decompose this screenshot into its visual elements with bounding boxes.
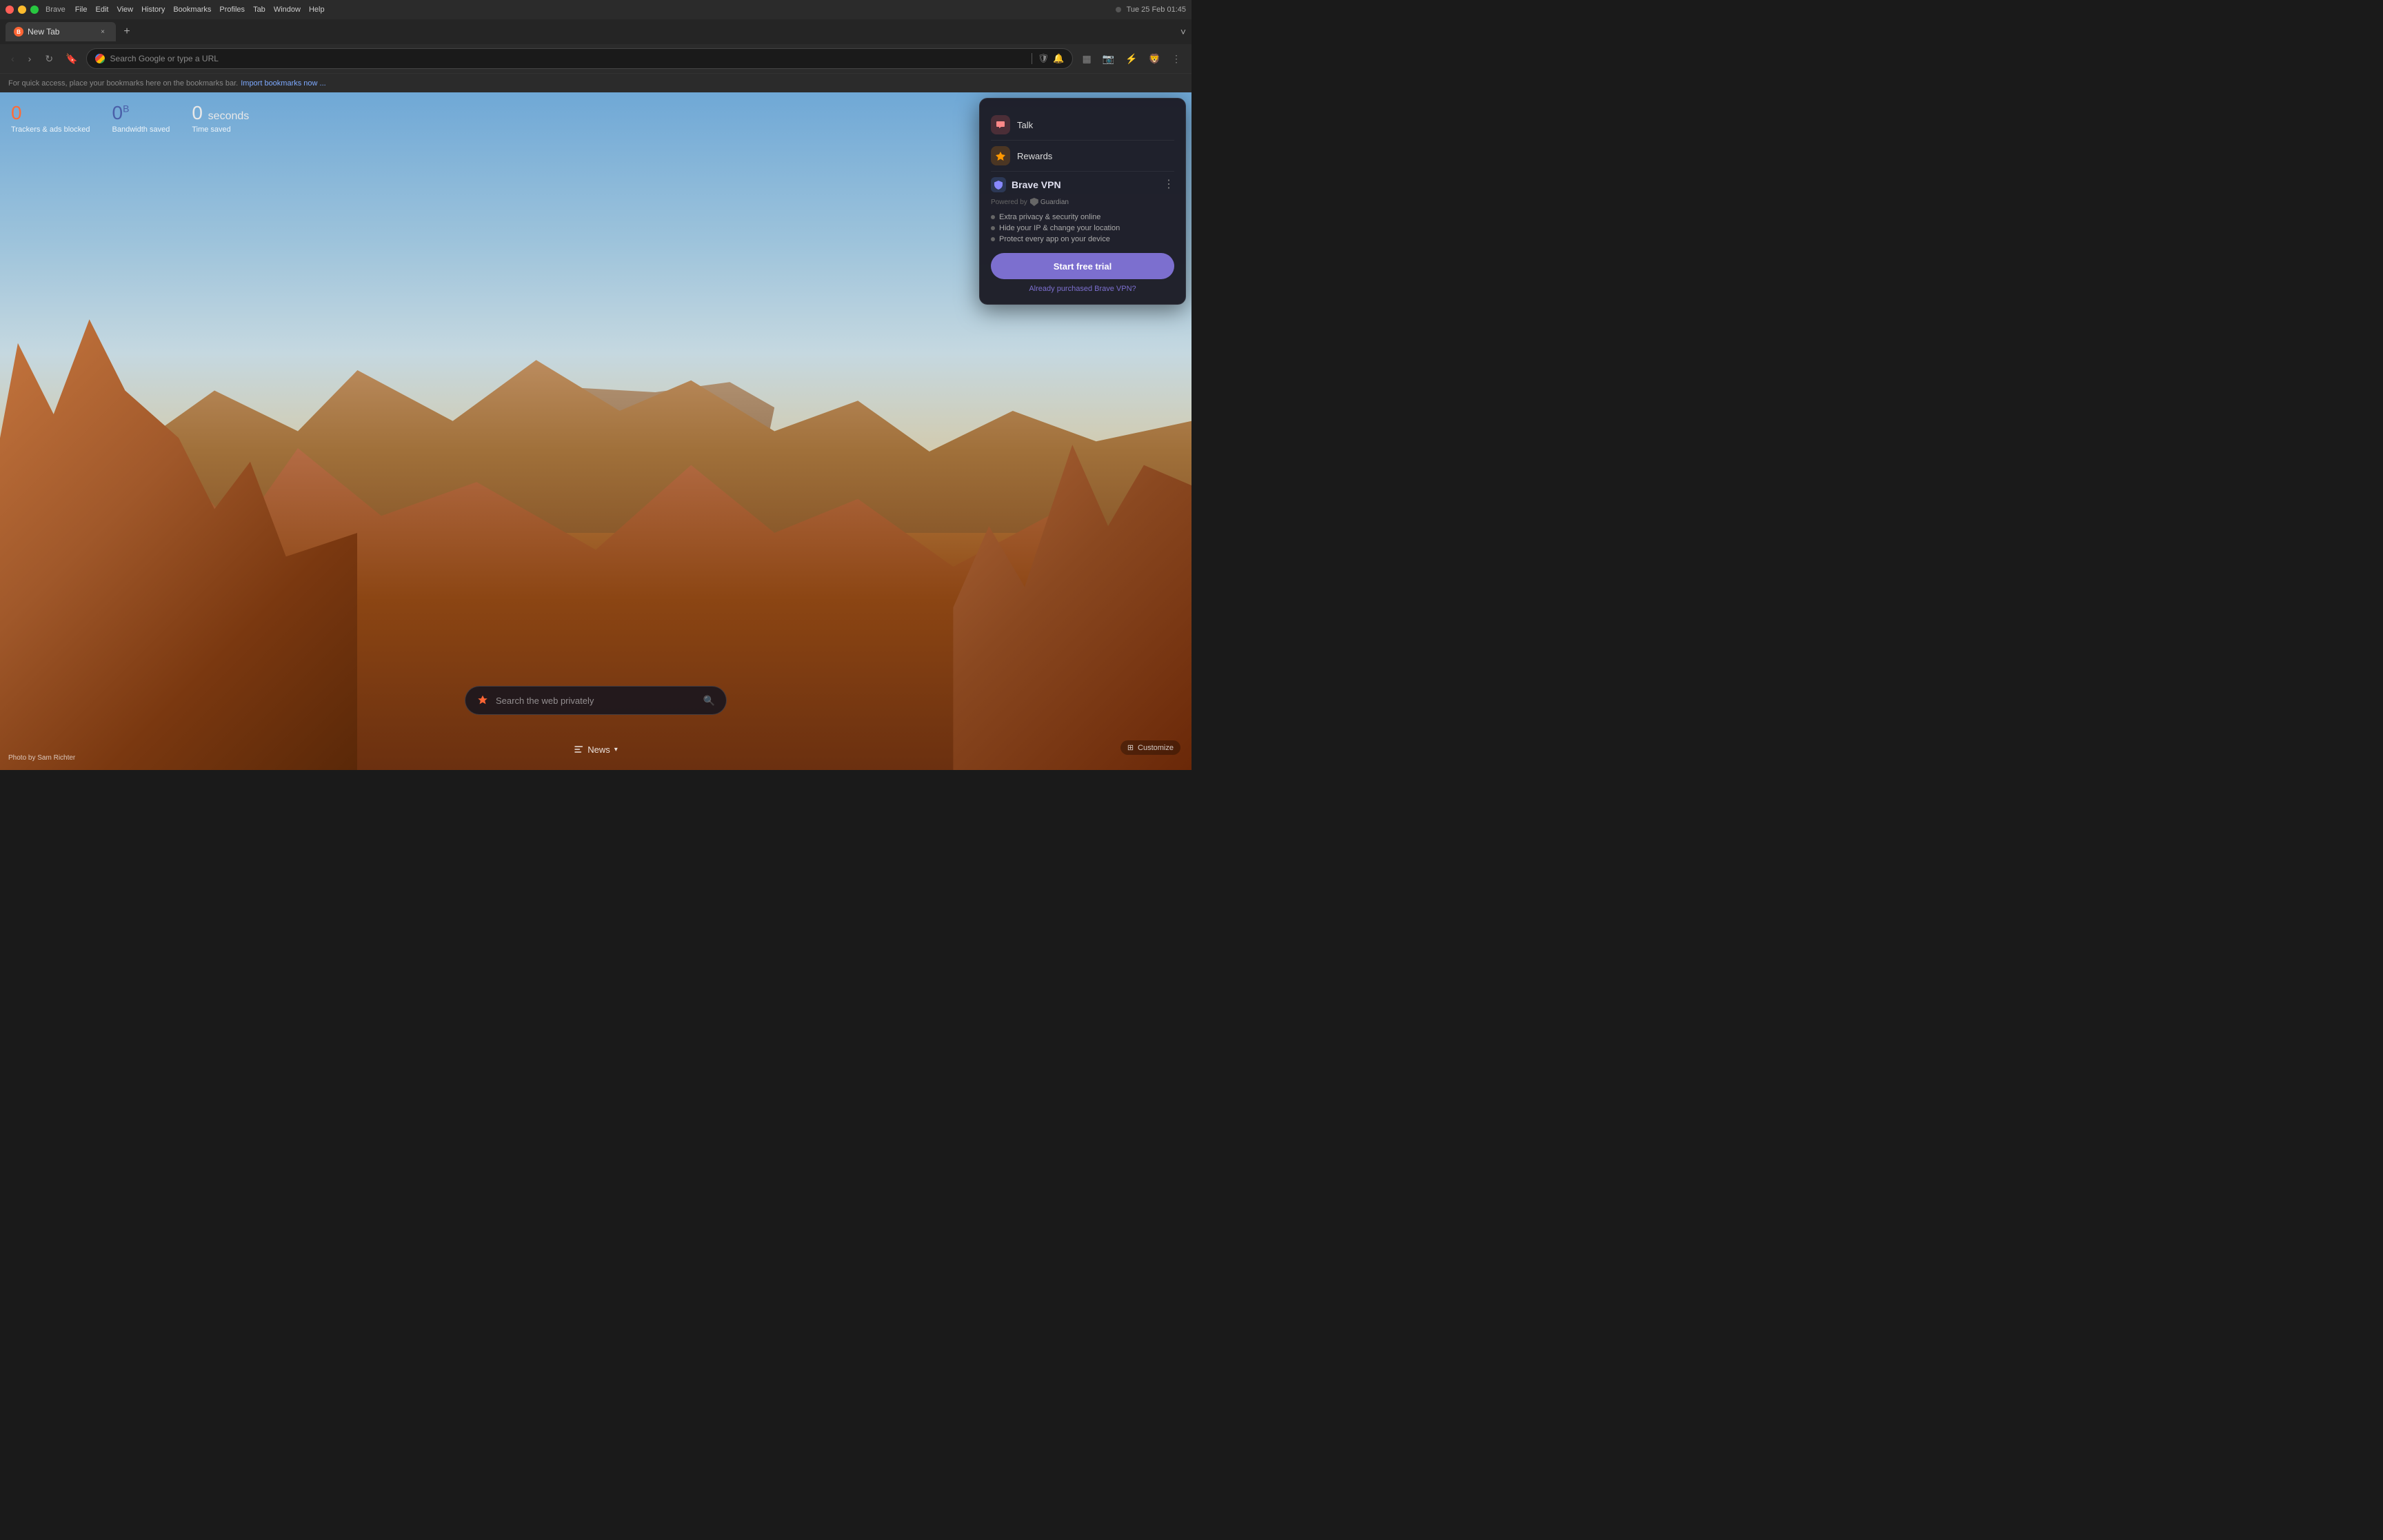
menu-tab[interactable]: Tab	[253, 6, 265, 14]
address-bar[interactable]: Search Google or type a URL 🛡 🔔	[86, 48, 1074, 69]
tab-bar: B New Tab × + ˅	[0, 19, 1192, 44]
traffic-lights	[6, 6, 39, 14]
active-tab[interactable]: B New Tab ×	[6, 22, 116, 41]
title-bar-right: Tue 25 Feb 01:45	[1116, 6, 1186, 14]
forward-button[interactable]: ›	[24, 50, 36, 67]
notification-icon[interactable]: 🔔	[1053, 53, 1064, 64]
tab-close-button[interactable]: ×	[98, 27, 108, 37]
news-chevron-icon: ▾	[614, 746, 618, 753]
shield-icon[interactable]: 🛡	[1038, 53, 1049, 64]
minimize-window-button[interactable]	[18, 6, 26, 14]
vpn-section: Brave VPN ⋮ Powered by Guardian Extra pr…	[991, 177, 1174, 293]
vpn-panel: Talk Rewards	[979, 98, 1186, 305]
powered-by: Powered by Guardian	[991, 198, 1174, 206]
navigation-bar: ‹ › ↻ 🔖 Search Google or type a URL 🛡 🔔 …	[0, 44, 1192, 73]
reload-button[interactable]: ↻	[41, 50, 57, 68]
rewards-icon	[991, 146, 1010, 165]
menu-file[interactable]: File	[75, 6, 88, 14]
screenshot-icon[interactable]: 📷	[1099, 51, 1118, 67]
import-bookmarks-link[interactable]: Import bookmarks now ...	[241, 79, 326, 88]
search-magnifier-icon: 🔍	[703, 695, 715, 707]
search-placeholder: Search the web privately	[496, 696, 696, 706]
vpn-feature-3: Protect every app on your device	[991, 235, 1174, 243]
shields-icon[interactable]: 🦁	[1145, 51, 1164, 67]
menu-window[interactable]: Window	[274, 6, 301, 14]
customize-button[interactable]: ⊞ Customize	[1120, 740, 1180, 755]
vpn-shield-icon	[991, 177, 1006, 192]
talk-label: Talk	[1017, 120, 1033, 130]
menu-help[interactable]: Help	[309, 6, 325, 14]
vpn-features-list: Extra privacy & security online Hide you…	[991, 213, 1174, 243]
news-icon	[574, 745, 583, 755]
bookmarks-bar: For quick access, place your bookmarks h…	[0, 73, 1192, 92]
address-bar-icons: 🛡 🔔	[1038, 53, 1065, 64]
news-label: News	[587, 744, 610, 755]
maximize-window-button[interactable]	[30, 6, 39, 14]
close-window-button[interactable]	[6, 6, 14, 14]
menu-bookmarks[interactable]: Bookmarks	[173, 6, 211, 14]
guardian-logo: Guardian	[1030, 198, 1069, 206]
status-indicator	[1116, 7, 1121, 12]
talk-panel-row[interactable]: Talk	[991, 110, 1174, 141]
menu-edit[interactable]: Edit	[95, 6, 108, 14]
vpn-feature-2: Hide your IP & change your location	[991, 224, 1174, 232]
rewards-label: Rewards	[1017, 151, 1052, 161]
tab-favicon: B	[14, 27, 23, 37]
feature-dot-1	[991, 215, 995, 219]
trackers-label: Trackers & ads blocked	[11, 125, 90, 134]
already-purchased-link[interactable]: Already purchased Brave VPN?	[991, 285, 1174, 293]
start-free-trial-button[interactable]: Start free trial	[991, 253, 1174, 279]
talk-icon	[991, 115, 1010, 134]
extensions-menu-icon[interactable]: ⋮	[1168, 51, 1185, 67]
tab-bar-right: ˅	[1180, 26, 1186, 37]
bandwidth-stat: 0B Bandwidth saved	[112, 103, 170, 134]
search-bar[interactable]: Search the web privately 🔍	[465, 686, 727, 715]
app-name: Brave	[46, 6, 66, 14]
vpn-title: Brave VPN	[1012, 179, 1158, 190]
google-icon	[95, 54, 105, 63]
news-button[interactable]: News ▾	[574, 744, 618, 755]
time-value: 0 seconds	[192, 103, 249, 123]
trackers-stat: 0 Trackers & ads blocked	[11, 103, 90, 134]
brave-rewards-nav-icon[interactable]: ⚡	[1122, 51, 1140, 67]
guardian-shield-icon	[1030, 198, 1038, 206]
tab-label: New Tab	[28, 27, 59, 37]
feature-dot-2	[991, 226, 995, 230]
search-container: Search the web privately 🔍	[465, 686, 727, 715]
bookmark-button[interactable]: 🔖	[63, 52, 80, 66]
customize-label: Customize	[1138, 744, 1174, 752]
sidebar-toggle-icon[interactable]: ▦	[1078, 51, 1094, 67]
bandwidth-label: Bandwidth saved	[112, 125, 170, 134]
feature-dot-3	[991, 237, 995, 241]
new-tab-button[interactable]: +	[119, 23, 135, 40]
menu-view[interactable]: View	[117, 6, 133, 14]
bookmarks-message: For quick access, place your bookmarks h…	[8, 79, 238, 88]
menu-history[interactable]: History	[141, 6, 165, 14]
vpn-feature-1: Extra privacy & security online	[991, 213, 1174, 221]
back-button[interactable]: ‹	[7, 50, 19, 67]
customize-icon: ⊞	[1127, 743, 1134, 752]
title-bar: Brave File Edit View History Bookmarks P…	[0, 0, 1192, 19]
brave-search-icon	[476, 694, 489, 707]
guardian-name: Guardian	[1040, 199, 1069, 206]
trackers-count: 0	[11, 103, 90, 123]
vpn-header: Brave VPN ⋮	[991, 177, 1174, 192]
bandwidth-value: 0B	[112, 103, 170, 123]
menu-profiles[interactable]: Profiles	[219, 6, 245, 14]
rewards-panel-row[interactable]: Rewards	[991, 141, 1174, 172]
address-bar-text: Search Google or type a URL	[110, 54, 1026, 63]
time-label: Time saved	[192, 125, 249, 134]
datetime: Tue 25 Feb 01:45	[1127, 6, 1186, 14]
time-stat: 0 seconds Time saved	[192, 103, 249, 134]
stats-overlay: 0 Trackers & ads blocked 0B Bandwidth sa…	[11, 103, 249, 134]
vpn-menu-button[interactable]: ⋮	[1163, 179, 1174, 190]
photo-credit: Photo by Sam Richter	[8, 754, 75, 762]
menu-bar: File Edit View History Bookmarks Profile…	[75, 6, 325, 14]
nav-right-buttons: ▦ 📷 ⚡ 🦁 ⋮	[1078, 51, 1185, 67]
main-content: 0 Trackers & ads blocked 0B Bandwidth sa…	[0, 92, 1192, 770]
